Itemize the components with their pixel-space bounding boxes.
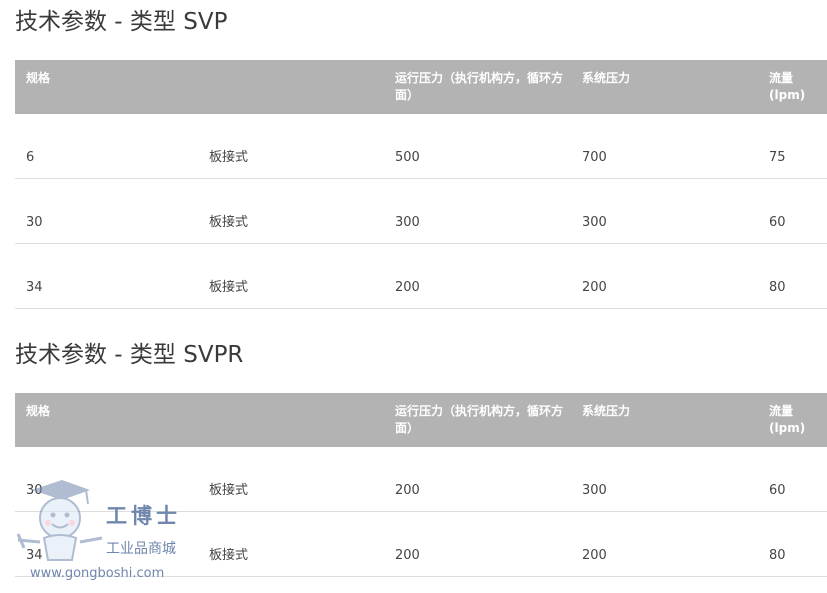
cell-system-pressure: 200 <box>582 548 607 563</box>
cell-size: 34 <box>26 280 43 295</box>
cell-operating-pressure: 200 <box>395 280 420 295</box>
cell-mount: 板接式 <box>209 215 249 230</box>
table-header: 规格 运行压力（执行机构方，循环方面） 系统压力 流量 (lpm) <box>15 60 827 114</box>
header-size: 规格 <box>26 404 51 418</box>
cell-system-pressure: 300 <box>582 215 607 230</box>
cell-operating-pressure: 200 <box>395 548 420 563</box>
cell-mount: 板接式 <box>209 548 249 563</box>
cell-operating-pressure: 300 <box>395 215 420 230</box>
table-row: 30 板接式 200 300 60 <box>15 447 827 512</box>
header-size: 规格 <box>26 71 51 85</box>
cell-flow: 75 <box>769 150 786 165</box>
cell-mount: 板接式 <box>209 150 249 165</box>
header-flow: 流量 (lpm) <box>769 71 806 102</box>
header-operating-pressure: 运行压力（执行机构方，循环方面） <box>395 404 564 435</box>
spec-section-svp: 技术参数 - 类型 SVP 规格 运行压力（执行机构方，循环方面） 系统压力 流… <box>15 0 827 309</box>
spec-section-svpr: 技术参数 - 类型 SVPR 规格 运行压力（执行机构方，循环方面） 系统压力 … <box>15 333 827 577</box>
cell-flow: 60 <box>769 483 786 498</box>
cell-system-pressure: 200 <box>582 280 607 295</box>
table-row: 34 板接式 200 200 80 <box>15 244 827 309</box>
cell-operating-pressure: 200 <box>395 483 420 498</box>
cell-size: 30 <box>26 483 43 498</box>
cell-flow: 80 <box>769 548 786 563</box>
table-header: 规格 运行压力（执行机构方，循环方面） 系统压力 流量 (lpm) <box>15 393 827 447</box>
cell-flow: 80 <box>769 280 786 295</box>
section-title: 技术参数 - 类型 SVPR <box>15 342 244 368</box>
table-row: 34 板接式 200 200 80 <box>15 512 827 577</box>
section-title: 技术参数 - 类型 SVP <box>15 9 228 35</box>
header-system-pressure: 系统压力 <box>582 404 631 418</box>
table-row: 30 板接式 300 300 60 <box>15 179 827 244</box>
cell-size: 34 <box>26 548 43 563</box>
cell-operating-pressure: 500 <box>395 150 420 165</box>
cell-mount: 板接式 <box>209 483 249 498</box>
header-operating-pressure: 运行压力（执行机构方，循环方面） <box>395 71 564 102</box>
header-system-pressure: 系统压力 <box>582 71 631 85</box>
cell-system-pressure: 700 <box>582 150 607 165</box>
cell-system-pressure: 300 <box>582 483 607 498</box>
table-row: 6 板接式 500 700 75 <box>15 114 827 179</box>
cell-size: 6 <box>26 150 35 165</box>
cell-flow: 60 <box>769 215 786 230</box>
cell-size: 30 <box>26 215 43 230</box>
cell-mount: 板接式 <box>209 280 249 295</box>
header-flow: 流量 (lpm) <box>769 404 806 435</box>
